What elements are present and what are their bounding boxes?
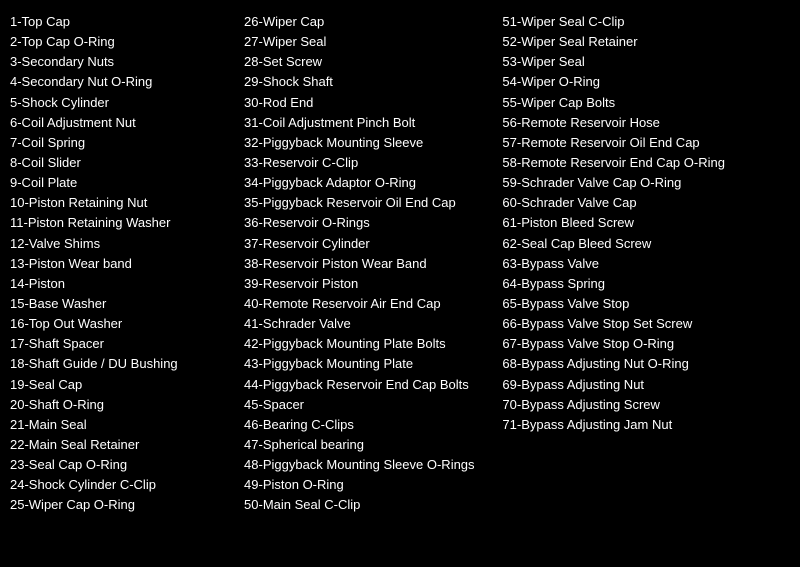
list-item: 62-Seal Cap Bleed Screw (502, 234, 780, 254)
list-item: 70-Bypass Adjusting Screw (502, 395, 780, 415)
list-item: 46-Bearing C-Clips (244, 415, 492, 435)
list-item: 12-Valve Shims (10, 234, 234, 254)
list-item: 56-Remote Reservoir Hose (502, 113, 780, 133)
list-item: 13-Piston Wear band (10, 254, 234, 274)
column-1: 1-Top Cap2-Top Cap O-Ring3-Secondary Nut… (10, 12, 244, 516)
list-item: 61-Piston Bleed Screw (502, 213, 780, 233)
list-item: 33-Reservoir C-Clip (244, 153, 492, 173)
list-item: 59-Schrader Valve Cap O-Ring (502, 173, 780, 193)
list-item: 7-Coil Spring (10, 133, 234, 153)
list-item: 4-Secondary Nut O-Ring (10, 72, 234, 92)
list-item: 48-Piggyback Mounting Sleeve O-Rings (244, 455, 492, 475)
list-item: 22-Main Seal Retainer (10, 435, 234, 455)
list-item: 65-Bypass Valve Stop (502, 294, 780, 314)
list-item: 11-Piston Retaining Washer (10, 213, 234, 233)
list-item: 47-Spherical bearing (244, 435, 492, 455)
list-item: 24-Shock Cylinder C-Clip (10, 475, 234, 495)
list-item: 5-Shock Cylinder (10, 93, 234, 113)
list-item: 14-Piston (10, 274, 234, 294)
list-item: 23-Seal Cap O-Ring (10, 455, 234, 475)
list-item: 10-Piston Retaining Nut (10, 193, 234, 213)
list-item: 37-Reservoir Cylinder (244, 234, 492, 254)
list-item: 58-Remote Reservoir End Cap O-Ring (502, 153, 780, 173)
list-item: 42-Piggyback Mounting Plate Bolts (244, 334, 492, 354)
column-2: 26-Wiper Cap27-Wiper Seal28-Set Screw29-… (244, 12, 502, 516)
list-item: 63-Bypass Valve (502, 254, 780, 274)
list-item: 21-Main Seal (10, 415, 234, 435)
list-item: 9-Coil Plate (10, 173, 234, 193)
list-item: 64-Bypass Spring (502, 274, 780, 294)
list-item: 60-Schrader Valve Cap (502, 193, 780, 213)
list-item: 1-Top Cap (10, 12, 234, 32)
list-item: 20-Shaft O-Ring (10, 395, 234, 415)
list-item: 15-Base Washer (10, 294, 234, 314)
list-item: 45-Spacer (244, 395, 492, 415)
list-item: 51-Wiper Seal C-Clip (502, 12, 780, 32)
list-item: 32-Piggyback Mounting Sleeve (244, 133, 492, 153)
list-item: 55-Wiper Cap Bolts (502, 93, 780, 113)
list-item: 54-Wiper O-Ring (502, 72, 780, 92)
list-item: 34-Piggyback Adaptor O-Ring (244, 173, 492, 193)
list-item: 35-Piggyback Reservoir Oil End Cap (244, 193, 492, 213)
list-item: 27-Wiper Seal (244, 32, 492, 52)
list-item: 8-Coil Slider (10, 153, 234, 173)
parts-list: 1-Top Cap2-Top Cap O-Ring3-Secondary Nut… (10, 12, 790, 516)
list-item: 66-Bypass Valve Stop Set Screw (502, 314, 780, 334)
list-item: 67-Bypass Valve Stop O-Ring (502, 334, 780, 354)
list-item: 40-Remote Reservoir Air End Cap (244, 294, 492, 314)
list-item: 39-Reservoir Piston (244, 274, 492, 294)
list-item: 3-Secondary Nuts (10, 52, 234, 72)
list-item: 2-Top Cap O-Ring (10, 32, 234, 52)
list-item: 43-Piggyback Mounting Plate (244, 354, 492, 374)
column-3: 51-Wiper Seal C-Clip52-Wiper Seal Retain… (502, 12, 790, 516)
list-item: 26-Wiper Cap (244, 12, 492, 32)
list-item: 69-Bypass Adjusting Nut (502, 375, 780, 395)
list-item: 36-Reservoir O-Rings (244, 213, 492, 233)
list-item: 19-Seal Cap (10, 375, 234, 395)
list-item: 6-Coil Adjustment Nut (10, 113, 234, 133)
list-item: 16-Top Out Washer (10, 314, 234, 334)
list-item: 38-Reservoir Piston Wear Band (244, 254, 492, 274)
list-item: 49-Piston O-Ring (244, 475, 492, 495)
list-item: 25-Wiper Cap O-Ring (10, 495, 234, 515)
list-item: 44-Piggyback Reservoir End Cap Bolts (244, 375, 492, 395)
list-item: 29-Shock Shaft (244, 72, 492, 92)
list-item: 30-Rod End (244, 93, 492, 113)
list-item: 71-Bypass Adjusting Jam Nut (502, 415, 780, 435)
list-item: 50-Main Seal C-Clip (244, 495, 492, 515)
list-item: 53-Wiper Seal (502, 52, 780, 72)
list-item: 52-Wiper Seal Retainer (502, 32, 780, 52)
list-item: 18-Shaft Guide / DU Bushing (10, 354, 234, 374)
list-item: 28-Set Screw (244, 52, 492, 72)
list-item: 68-Bypass Adjusting Nut O-Ring (502, 354, 780, 374)
list-item: 41-Schrader Valve (244, 314, 492, 334)
list-item: 57-Remote Reservoir Oil End Cap (502, 133, 780, 153)
list-item: 17-Shaft Spacer (10, 334, 234, 354)
list-item: 31-Coil Adjustment Pinch Bolt (244, 113, 492, 133)
